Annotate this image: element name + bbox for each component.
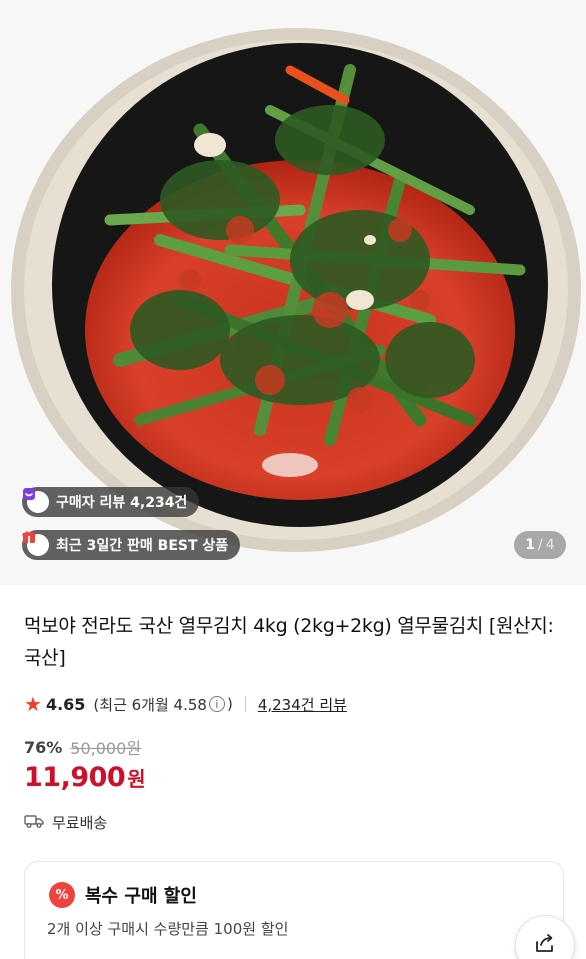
product-title: 먹보야 전라도 국산 열무김치 4kg (2kg+2kg) 열무물김치 [원산지… <box>24 615 554 669</box>
pager-separator: / <box>538 537 543 553</box>
percent-icon: % <box>49 882 75 908</box>
review-badge-label: 구매자 리뷰 4,234건 <box>56 495 188 511</box>
bulk-discount-header: % 복수 구매 할인 <box>49 882 197 908</box>
recent-rating-close: ) <box>226 695 233 713</box>
share-icon <box>533 931 557 959</box>
review-badge-icon <box>23 488 49 513</box>
bulk-discount-title: 복수 구매 할인 <box>85 886 197 907</box>
recent-rating-text: (최근 6개월 4.58 <box>93 695 207 714</box>
discount-rate: 76% <box>24 737 63 757</box>
product-image[interactable]: 구매자 리뷰 4,234건 최근 3일간 판매 BEST 상품 1 / 4 <box>0 0 586 585</box>
divider <box>244 696 246 712</box>
truck-icon <box>24 813 44 833</box>
best-badge-label: 최근 3일간 판매 BEST 상품 <box>56 538 229 554</box>
best-seller-badge: 최근 3일간 판매 BEST 상품 <box>22 530 241 560</box>
sale-price-number: 11,900 <box>24 762 126 793</box>
bulk-discount-card[interactable]: % 복수 구매 할인 2개 이상 구매시 수량만큼 100원 할인 <box>24 861 564 959</box>
image-pager: 1 / 4 <box>514 531 566 559</box>
review-count-link[interactable]: 4,234건 리뷰 <box>258 694 347 715</box>
original-price: 50,000원 <box>70 739 142 758</box>
sale-price: 11,900 원 <box>24 762 146 793</box>
sale-price-unit: 원 <box>127 767 146 791</box>
shipping-label: 무료배송 <box>52 814 108 832</box>
info-icon[interactable]: i <box>208 696 225 712</box>
review-count-badge: 구매자 리뷰 4,234건 <box>22 487 200 517</box>
bulk-discount-description: 2개 이상 구매시 수량만큼 100원 할인 <box>47 920 289 938</box>
pager-current: 1 <box>525 537 536 553</box>
shipping-row: 무료배송 <box>24 812 107 833</box>
star-icon: ★ <box>24 692 42 716</box>
gift-icon <box>22 531 49 556</box>
discount-row: 76% 50,000원 <box>24 735 141 759</box>
rating-score: 4.65 <box>45 694 86 714</box>
recent-rating: (최근 6개월 4.58 i ) <box>93 694 232 715</box>
rating-row: ★ 4.65 (최근 6개월 4.58 i ) 4,234건 리뷰 <box>24 690 347 718</box>
pager-total: 4 <box>545 537 555 553</box>
